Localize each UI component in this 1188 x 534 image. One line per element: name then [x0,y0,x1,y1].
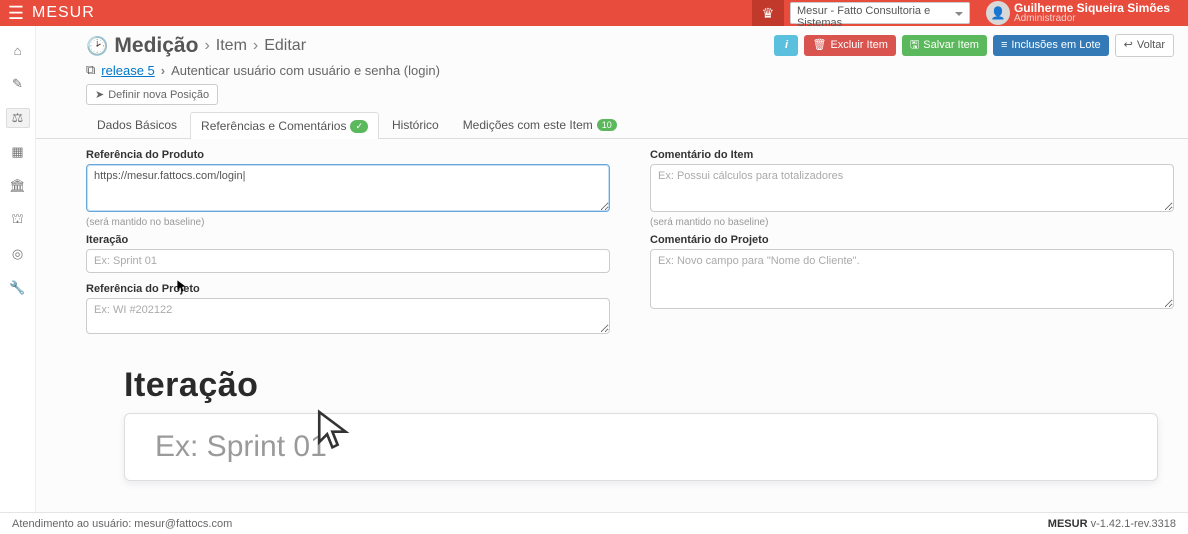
label-iteracao: Iteração [86,234,610,246]
sidebar-item-finance[interactable]: ⛫ [6,210,30,230]
gauge-icon: 🕑 [86,36,108,57]
input-ref-produto[interactable] [86,164,610,212]
info-button[interactable]: i [774,35,798,56]
save-item-button[interactable]: 🖫Salvar Item [902,35,987,56]
chevron-right-icon: › [204,37,209,55]
define-position-button[interactable]: ➤ Definir nova Posição [86,84,218,105]
sidebar: ⌂ ✎ ⚖ ▦ 🏛 ⛫ ◎ 🔧 [0,26,36,512]
chevron-right-icon: › [253,37,258,55]
footer-support: Atendimento ao usuário: mesur@fattocs.co… [12,518,232,530]
sub-breadcrumb: ⧉ release 5 › Autenticar usuário com usu… [36,58,1188,84]
sidebar-item-measure[interactable]: ⚖ [6,108,30,128]
count-badge: 10 [597,119,617,131]
scale-icon: ⚖ [12,110,24,126]
bank-icon: ⛫ [12,211,24,229]
user-avatar[interactable]: 👤 [986,1,1010,25]
sidebar-item-dashboard[interactable]: ⌂ [6,40,30,60]
chevron-right-icon: › [161,63,165,78]
user-icon: 👤 [990,6,1005,20]
target-icon: ◎ [12,246,23,262]
item-name: Autenticar usuário com usuário e senha (… [171,63,440,78]
tenant-select[interactable]: Mesur - Fatto Consultoria e Sistemas [790,2,970,24]
sidebar-item-edit[interactable]: ✎ [6,74,30,94]
crown-icon: ♛ [762,5,775,22]
list-icon: ≡ [1001,39,1007,52]
footer-version: MESUR v-1.42.1-rev.3318 [1048,518,1176,530]
sidebar-item-structure[interactable]: ▦ [6,142,30,162]
topbar-right: ♛ Mesur - Fatto Consultoria e Sistemas 👤… [752,0,1188,26]
hamburger-icon: ☰ [8,3,24,23]
tab-dados-basicos[interactable]: Dados Básicos [86,111,188,138]
location-arrow-icon: ➤ [95,88,104,101]
topbar: ☰ MESUR ♛ Mesur - Fatto Consultoria e Si… [0,0,1188,26]
package-icon: ⧉ [86,62,95,78]
breadcrumb: 🕑 Medição › Item › Editar [86,34,306,58]
footer: Atendimento ao usuário: mesur@fattocs.co… [0,512,1188,534]
label-comentario-projeto: Comentário do Projeto [650,234,1174,246]
save-icon: 🖫 [910,39,919,52]
sitemap-icon: ▦ [11,144,23,160]
user-block[interactable]: Guilherme Siqueira Simões Administrador [1014,2,1188,24]
input-comentario-projeto[interactable] [650,249,1174,309]
zoom-label: Iteração [124,366,1158,405]
sidebar-item-tools[interactable]: 🔧 [6,278,30,298]
zoom-callout: Iteração Ex: Sprint 01 [124,366,1158,481]
tab-historico[interactable]: Histórico [381,111,450,138]
info-icon: i [785,39,788,52]
breadcrumb-title: Medição [114,34,198,58]
reply-icon: ↩ [1124,39,1133,52]
wrench-icon: 🔧 [9,280,25,296]
helper-ref-produto: (será mantido no baseline) [86,217,610,228]
breadcrumb-l3: Editar [264,37,306,55]
helper-comentario-item: (será mantido no baseline) [650,217,1174,228]
input-ref-projeto[interactable] [86,298,610,334]
trash-icon: 🗑 [812,39,826,52]
tenant-logo: ♛ [752,0,784,26]
back-button[interactable]: ↩Voltar [1115,34,1174,57]
zoom-field: Ex: Sprint 01 [124,413,1158,481]
gauge-icon: ⌂ [14,43,22,58]
tab-bar: Dados Básicos Referências e Comentários … [36,111,1188,139]
sidebar-item-target[interactable]: ◎ [6,244,30,264]
label-ref-produto: Referência do Produto [86,149,610,161]
check-icon: ✓ [350,120,368,133]
user-role: Administrador [1014,14,1170,24]
mouse-cursor-icon [314,408,356,453]
action-toolbar: i 🗑Excluir Item 🖫Salvar Item ≡Inclusões … [774,34,1174,57]
delete-item-button[interactable]: 🗑Excluir Item [804,35,895,56]
page-content: 🕑 Medição › Item › Editar i 🗑Excluir Ite… [36,26,1188,512]
input-iteracao[interactable] [86,249,610,273]
label-ref-projeto: Referência do Projeto [86,283,610,295]
pencil-icon: ✎ [12,76,23,92]
tab-referencias[interactable]: Referências e Comentários ✓ [190,112,379,139]
menu-toggle-button[interactable]: ☰ [0,3,32,24]
building-icon: 🏛 [9,178,26,194]
tab-medicoes[interactable]: Medições com este Item 10 [452,111,628,138]
release-link[interactable]: release 5 [101,63,154,78]
sidebar-item-org[interactable]: 🏛 [6,176,30,196]
breadcrumb-l2: Item [216,37,247,55]
batch-include-button[interactable]: ≡Inclusões em Lote [993,35,1109,56]
input-comentario-item[interactable] [650,164,1174,212]
label-comentario-item: Comentário do Item [650,149,1174,161]
brand: MESUR [32,4,95,22]
